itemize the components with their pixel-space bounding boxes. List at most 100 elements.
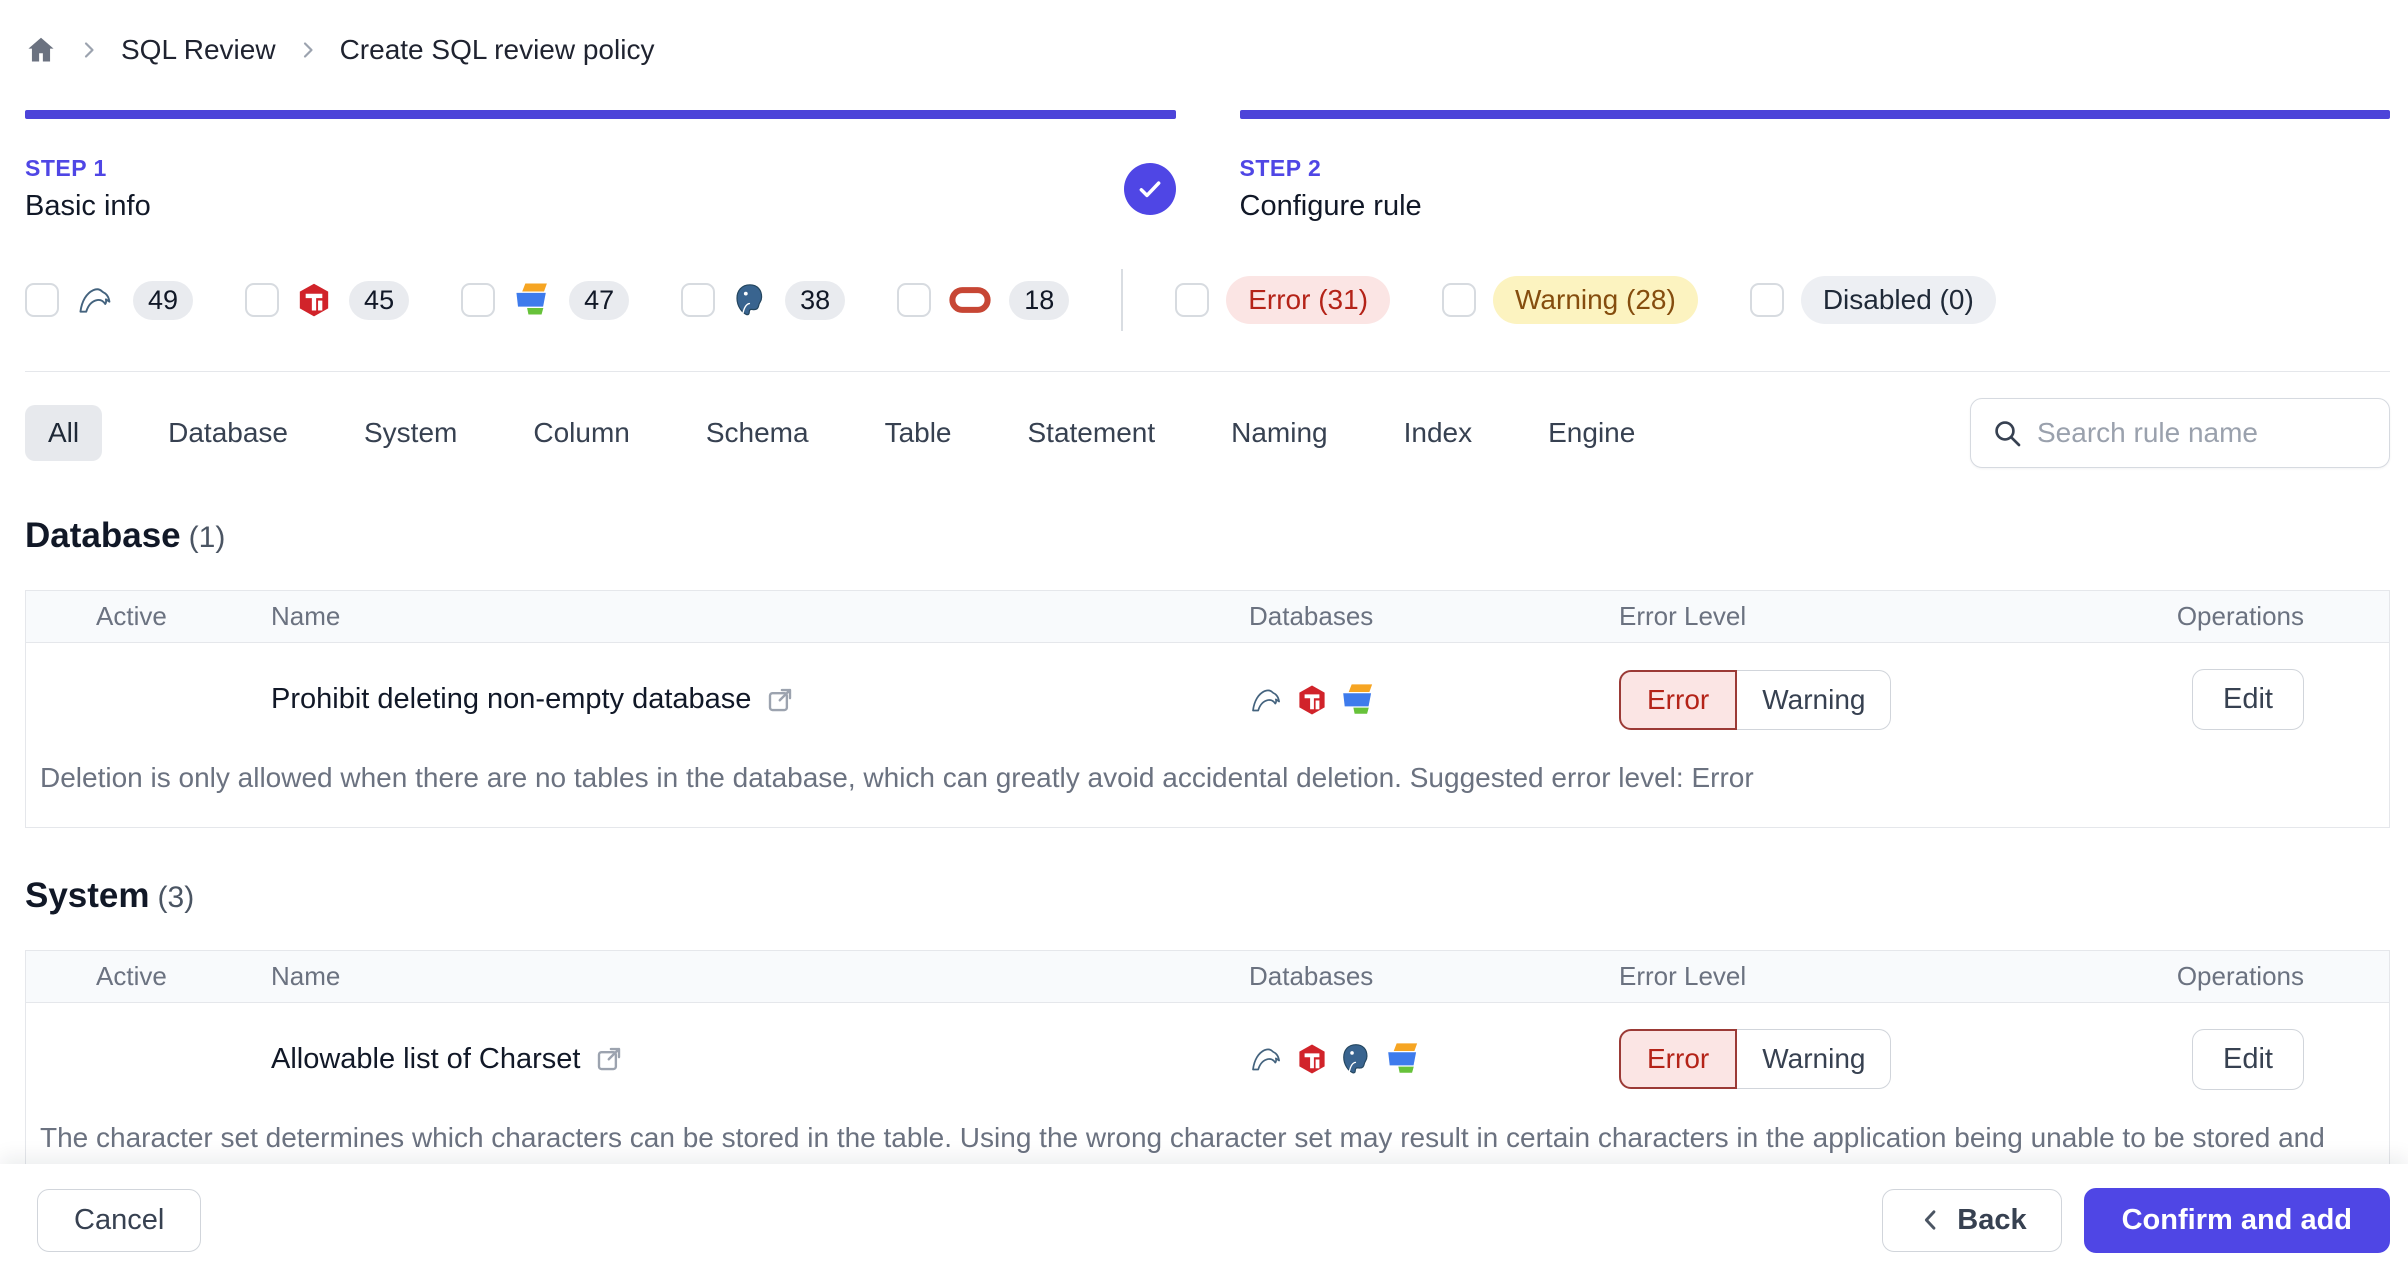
oracle-icon — [948, 285, 992, 315]
horizontal-divider — [25, 371, 2390, 372]
col-error-level: Error Level — [1619, 601, 1747, 631]
mysql-count-badge: 49 — [133, 280, 194, 320]
col-operations: Operations — [2176, 960, 2304, 991]
error-level-checkbox[interactable] — [1175, 283, 1210, 317]
tidb-count-badge: 45 — [349, 280, 410, 320]
step-1-progress-bar — [25, 110, 1176, 119]
oceanbase-icon — [1384, 1040, 1422, 1078]
table-header-row: Active Name Databases Error Level Operat… — [26, 591, 2389, 643]
search-rule-box — [1970, 398, 2390, 468]
chevron-right-icon — [296, 38, 320, 62]
confirm-and-add-button[interactable]: Confirm and add — [2083, 1187, 2390, 1253]
edit-button[interactable]: Edit — [2192, 1028, 2304, 1090]
disabled-count-pill: Disabled (0) — [1800, 276, 1996, 324]
postgresql-icon — [732, 282, 768, 318]
tab-schema[interactable]: Schema — [696, 405, 819, 461]
tidb-icon — [296, 282, 332, 318]
step-2-label: STEP 2 — [1239, 155, 1322, 181]
footer-action-bar: Cancel Back Confirm and add — [0, 1164, 2408, 1276]
tidb-icon — [1296, 1043, 1328, 1075]
mysql-checkbox[interactable] — [25, 283, 59, 317]
step-1: STEP 1 Basic info — [25, 110, 1176, 223]
section-name: Database — [25, 516, 181, 555]
mysql-icon — [1249, 682, 1285, 718]
oceanbase-checkbox[interactable] — [461, 283, 496, 317]
mysql-icon — [1249, 1041, 1285, 1077]
database-rule-table: Active Name Databases Error Level Operat… — [25, 590, 2390, 828]
error-level-warning-button[interactable]: Warning — [1737, 1029, 1892, 1090]
section-name: System — [25, 875, 150, 915]
tab-index[interactable]: Index — [1394, 405, 1483, 461]
section-count: (3) — [157, 880, 195, 914]
external-link-icon[interactable] — [594, 1044, 624, 1074]
filter-disabled-level: Disabled (0) — [1749, 276, 1996, 324]
breadcrumb-sql-review[interactable]: SQL Review — [121, 34, 276, 66]
col-name: Name — [271, 960, 341, 991]
home-icon[interactable] — [25, 34, 57, 66]
external-link-icon[interactable] — [765, 685, 795, 715]
step-2-title: Configure rule — [1239, 190, 1422, 222]
table-row: Prohibit deleting non-empty database Err… — [26, 643, 2389, 752]
step-1-completed-check-icon — [1123, 163, 1176, 215]
section-title-system: System (3) — [25, 876, 2390, 916]
filter-oceanbase: 47 — [461, 280, 630, 320]
step-1-label: STEP 1 — [25, 155, 107, 181]
oceanbase-count-badge: 47 — [569, 280, 630, 320]
tab-database[interactable]: Database — [158, 405, 298, 461]
chevron-left-icon — [1917, 1206, 1945, 1234]
warning-count-pill: Warning (28) — [1493, 276, 1698, 324]
tidb-checkbox[interactable] — [245, 283, 280, 317]
tab-statement[interactable]: Statement — [1018, 405, 1166, 461]
tab-engine[interactable]: Engine — [1538, 405, 1645, 461]
back-button-label: Back — [1957, 1203, 2027, 1236]
rule-description: Deletion is only allowed when there are … — [40, 762, 1754, 793]
rule-name-text[interactable]: Prohibit deleting non-empty database — [271, 683, 751, 716]
filter-warning-level: Warning (28) — [1442, 276, 1698, 324]
tab-all[interactable]: All — [25, 405, 103, 461]
col-databases: Databases — [1249, 960, 1374, 991]
category-tab-bar: All Database System Column Schema Table … — [25, 398, 2390, 468]
col-error-level: Error Level — [1619, 960, 1747, 991]
breadcrumb: SQL Review Create SQL review policy — [25, 0, 2390, 70]
step-2-progress-bar — [1239, 110, 2390, 119]
error-level-error-button[interactable]: Error — [1619, 669, 1738, 730]
edit-button[interactable]: Edit — [2192, 669, 2304, 730]
tab-naming[interactable]: Naming — [1221, 405, 1337, 461]
col-operations: Operations — [2176, 601, 2304, 631]
error-count-pill: Error (31) — [1226, 276, 1391, 324]
table-header-row: Active Name Databases Error Level Operat… — [26, 950, 2389, 1003]
postgresql-count-badge: 38 — [785, 280, 846, 320]
tab-column[interactable]: Column — [523, 405, 639, 461]
postgresql-icon — [1339, 1042, 1373, 1076]
oracle-count-badge: 18 — [1009, 280, 1070, 320]
error-level-error-button[interactable]: Error — [1619, 1029, 1738, 1090]
search-icon — [1991, 417, 2023, 449]
sql-review-policy-page: SQL Review Create SQL review policy STEP… — [0, 0, 2408, 1228]
step-2: STEP 2 Configure rule — [1239, 110, 2390, 223]
oceanbase-icon — [1339, 681, 1377, 719]
filter-tidb: 45 — [245, 280, 410, 320]
error-level-warning-button[interactable]: Warning — [1737, 669, 1892, 730]
search-rule-input[interactable] — [2037, 417, 2369, 449]
filter-postgresql: 38 — [681, 280, 846, 320]
back-button[interactable]: Back — [1882, 1188, 2062, 1252]
tab-table[interactable]: Table — [875, 405, 962, 461]
disabled-level-checkbox[interactable] — [1749, 283, 1784, 317]
rule-name-text[interactable]: Allowable list of Charset — [271, 1043, 580, 1076]
filter-error-level: Error (31) — [1175, 276, 1391, 324]
warning-level-checkbox[interactable] — [1442, 283, 1477, 317]
oceanbase-icon — [512, 280, 552, 320]
tidb-icon — [1296, 684, 1328, 716]
chevron-right-icon — [77, 38, 101, 62]
col-name: Name — [271, 601, 341, 631]
filter-oracle: 18 — [897, 280, 1070, 320]
col-active: Active — [96, 601, 167, 631]
tab-system[interactable]: System — [354, 405, 467, 461]
error-level-segmented-control: Error Warning — [1619, 669, 2054, 730]
oracle-checkbox[interactable] — [897, 283, 932, 317]
col-databases: Databases — [1249, 601, 1374, 631]
rule-database-icons — [1249, 681, 1619, 719]
cancel-button[interactable]: Cancel — [37, 1188, 202, 1252]
postgresql-checkbox[interactable] — [681, 283, 716, 317]
step-1-title: Basic info — [25, 190, 151, 222]
